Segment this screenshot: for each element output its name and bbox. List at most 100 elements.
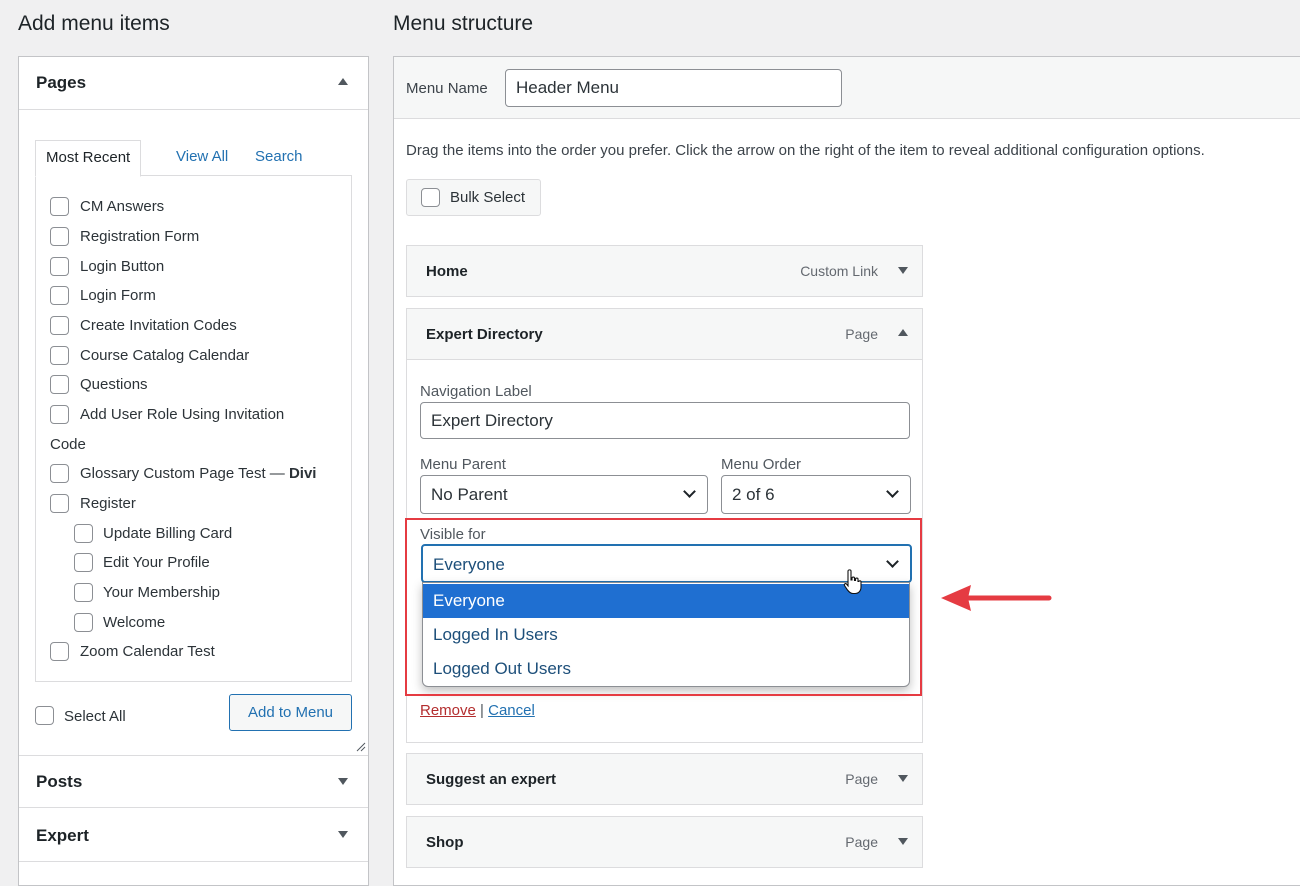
- bulk-select-label: Bulk Select: [450, 189, 526, 206]
- collapse-arrow-icon[interactable]: [338, 78, 348, 85]
- page-checkbox[interactable]: [50, 642, 69, 661]
- chevron-down-icon: [886, 485, 899, 498]
- add-menu-items-heading: Add menu items: [18, 12, 170, 35]
- dropdown-option-logged-in[interactable]: Logged In Users: [423, 618, 909, 652]
- menu-parent-select[interactable]: No Parent: [420, 475, 708, 514]
- resize-handle-icon[interactable]: [356, 742, 366, 752]
- visible-for-value: Everyone: [433, 555, 505, 574]
- menu-item-title: Suggest an expert: [426, 771, 557, 788]
- page-label: Create Invitation Codes: [80, 317, 237, 334]
- posts-section-header[interactable]: Posts: [19, 755, 368, 808]
- menu-order-value: 2 of 6: [732, 485, 775, 504]
- visible-for-select[interactable]: Everyone: [421, 544, 912, 583]
- menu-item-expert-directory[interactable]: Expert Directory Page: [406, 308, 923, 360]
- page-label: Questions: [80, 376, 148, 393]
- page-checkbox[interactable]: [50, 464, 69, 483]
- pages-section-title: Pages: [36, 73, 87, 92]
- menu-item-type: Page: [845, 326, 878, 342]
- page-checkbox[interactable]: [50, 316, 69, 335]
- menu-name-label: Menu Name: [406, 80, 488, 97]
- page-label: Register: [80, 495, 136, 512]
- page-checkbox[interactable]: [50, 286, 69, 305]
- remove-link[interactable]: Remove: [420, 702, 476, 719]
- page-label: Login Button: [80, 258, 165, 275]
- dropdown-option-everyone[interactable]: Everyone: [423, 584, 909, 618]
- page-checkbox[interactable]: [50, 257, 69, 276]
- page-label: CM Answers: [80, 198, 165, 215]
- bulk-select-checkbox[interactable]: [421, 188, 440, 207]
- page-label-text: Glossary Custom Page Test —: [80, 465, 289, 482]
- nav-label-caption: Navigation Label: [420, 383, 532, 400]
- page-checkbox[interactable]: [50, 346, 69, 365]
- collapse-arrow-icon[interactable]: [898, 329, 908, 336]
- bulk-select-button[interactable]: Bulk Select: [406, 179, 541, 216]
- select-all-checkbox[interactable]: [35, 706, 54, 725]
- tab-search[interactable]: Search: [245, 140, 313, 177]
- menu-item-title: Home: [426, 263, 468, 280]
- posts-section-title: Posts: [36, 772, 83, 791]
- page-label: Update Billing Card: [103, 525, 233, 542]
- pages-list: CM Answers Registration Form Login Butto…: [35, 175, 352, 682]
- nav-label-input[interactable]: Expert Directory: [420, 402, 910, 439]
- page-checkbox[interactable]: [74, 553, 93, 572]
- tab-view-all[interactable]: View All: [166, 140, 238, 177]
- menu-item-title: Shop: [426, 834, 464, 851]
- hand-cursor-icon: [843, 569, 862, 595]
- page-label-bold: Divi: [288, 465, 317, 482]
- menu-structure-heading: Menu structure: [393, 12, 534, 35]
- pages-section-header[interactable]: Pages: [19, 57, 368, 110]
- menu-item-shop[interactable]: Shop Page: [406, 816, 923, 868]
- visible-for-caption: Visible for: [420, 526, 486, 543]
- page-label: Your Membership: [103, 584, 221, 601]
- visible-for-dropdown-list: Everyone Logged In Users Logged Out User…: [422, 582, 910, 687]
- page-checkbox[interactable]: [50, 227, 69, 246]
- expand-arrow-icon[interactable]: [898, 775, 908, 782]
- expand-arrow-icon[interactable]: [338, 831, 348, 838]
- tab-most-recent[interactable]: Most Recent: [35, 140, 142, 177]
- menu-item-home[interactable]: Home Custom Link: [406, 245, 923, 297]
- page-checkbox[interactable]: [50, 375, 69, 394]
- page-label: Registration Form: [80, 228, 200, 245]
- menu-instructions: Drag the items into the order you prefer…: [406, 142, 1205, 159]
- page-checkbox[interactable]: [50, 405, 69, 424]
- page-label: Course Catalog Calendar: [80, 347, 250, 364]
- cancel-link[interactable]: Cancel: [488, 702, 535, 719]
- select-all-label: Select All: [64, 708, 126, 725]
- menu-item-type: Custom Link: [800, 263, 878, 279]
- menu-order-select[interactable]: 2 of 6: [721, 475, 911, 514]
- menu-item-type: Page: [845, 771, 878, 787]
- expert-section-title: Expert: [36, 826, 89, 845]
- page-checkbox[interactable]: [74, 613, 93, 632]
- add-to-menu-button[interactable]: Add to Menu: [229, 694, 352, 731]
- expand-arrow-icon[interactable]: [898, 267, 908, 274]
- page-checkbox[interactable]: [74, 524, 93, 543]
- expand-arrow-icon[interactable]: [898, 838, 908, 845]
- chevron-down-icon: [886, 555, 899, 568]
- page-label: Welcome: [103, 614, 166, 631]
- expand-arrow-icon[interactable]: [338, 778, 348, 785]
- menu-structure-panel: Menu Name Header Menu Drag the items int…: [393, 56, 1300, 886]
- menu-item-type: Page: [845, 834, 878, 850]
- page-label: Glossary Custom Page Test — Divi: [80, 465, 316, 482]
- action-separator: |: [480, 702, 484, 719]
- page-label: Edit Your Profile: [103, 554, 210, 571]
- menu-item-suggest-expert[interactable]: Suggest an expert Page: [406, 753, 923, 805]
- page-label-continued: Code: [50, 436, 86, 453]
- menu-item-title: Expert Directory: [426, 326, 543, 343]
- chevron-down-icon: [683, 485, 696, 498]
- menu-name-input[interactable]: Header Menu: [505, 69, 842, 107]
- dropdown-option-logged-out[interactable]: Logged Out Users: [423, 652, 909, 686]
- menu-order-caption: Menu Order: [721, 456, 802, 473]
- page-checkbox[interactable]: [50, 197, 69, 216]
- item-actions: Remove | Cancel: [420, 702, 535, 719]
- page-label: Add User Role Using Invitation: [80, 406, 285, 423]
- menu-name-bar: Menu Name Header Menu: [394, 57, 1300, 119]
- page-label: Login Form: [80, 287, 156, 304]
- menu-parent-value: No Parent: [431, 485, 508, 504]
- page-label: Zoom Calendar Test: [80, 643, 215, 660]
- page-checkbox[interactable]: [74, 583, 93, 602]
- red-arrow-icon: [941, 585, 1052, 611]
- page-checkbox[interactable]: [50, 494, 69, 513]
- add-menu-items-panel: Pages Most Recent View All Search CM Ans…: [18, 56, 369, 886]
- expert-section-header[interactable]: Expert: [19, 809, 368, 862]
